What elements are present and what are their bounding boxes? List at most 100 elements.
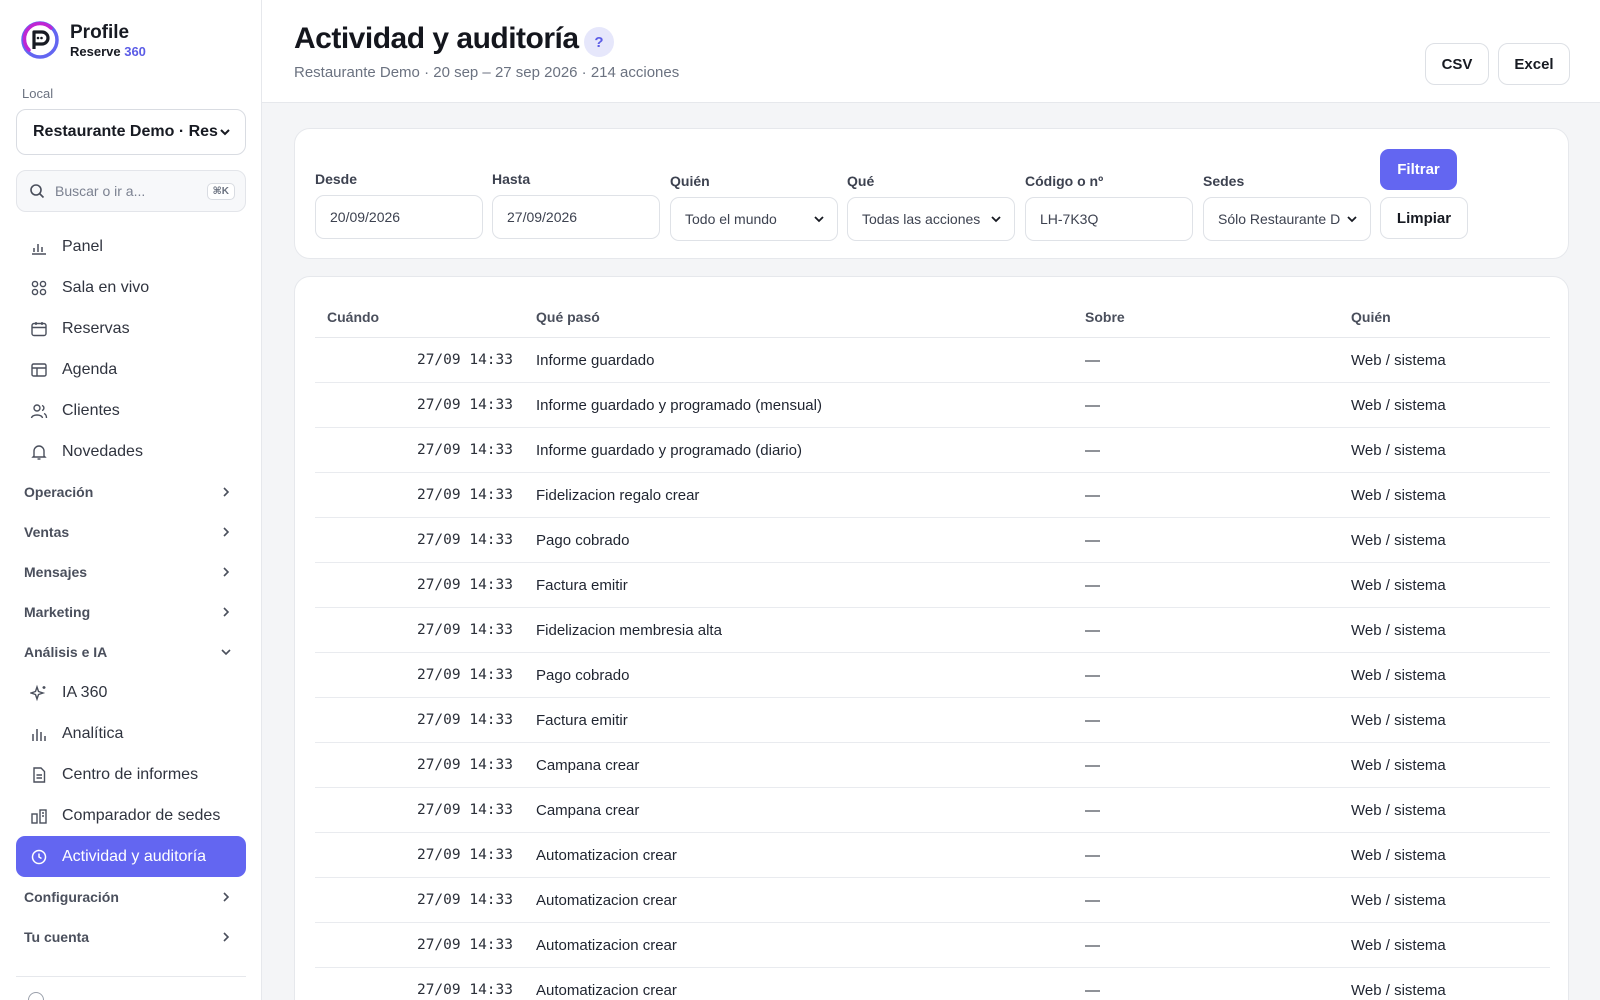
cell-who: Web / sistema [1351,396,1446,414]
table-row[interactable]: 27/09 14:33 Pago cobrado — Web / sistema [315,518,1550,563]
sidebar-item-label: IA 360 [62,683,108,701]
cell-about: — [1085,351,1100,369]
sidebar-item-ia-360[interactable]: IA 360 [16,672,246,713]
activity-table: Cuándo Qué pasó Sobre Quién 27/09 14:33 I… [294,276,1569,1000]
cell-about: — [1085,846,1100,864]
search-input[interactable]: Buscar o ir a... ⌘K [16,170,246,212]
table-row[interactable]: 27/09 14:33 Campana crear — Web / sistema [315,743,1550,788]
limpiar-button[interactable]: Limpiar [1380,197,1468,239]
sidebar-item-analitica[interactable]: Analítica [16,713,246,754]
sidebar-item-actividad-auditoria[interactable]: Actividad y auditoría [16,836,246,877]
cell-about: — [1085,756,1100,774]
chevron-right-icon [223,567,230,577]
cell-what: Automatizacion crear [536,981,677,999]
cell-what: Campana crear [536,756,640,774]
sidebar-item-reservas[interactable]: Reservas [16,308,246,349]
cell-about: — [1085,531,1100,549]
codigo-input[interactable]: LH-7K3Q [1025,197,1193,241]
nav-group-configuracion[interactable]: Configuración [16,877,246,917]
cell-what: Campana crear [536,801,640,819]
table-row[interactable]: 27/09 14:33 Informe guardado — Web / sistem… [315,338,1550,383]
table-row[interactable]: 27/09 14:33 Fidelizacion regalo crear — Web… [315,473,1550,518]
cell-about: — [1085,891,1100,909]
sidebar-item-clientes[interactable]: Clientes [16,390,246,431]
cell-who: Web / sistema [1351,531,1446,549]
nav-group-marketing[interactable]: Marketing [16,592,246,632]
sedes-select[interactable]: Sólo Restaurante D [1203,197,1371,241]
sidebar-item-comparador-de-sedes[interactable]: Comparador de sedes [16,795,246,836]
cell-when: 27/09 14:33 [416,757,513,773]
que-label: Qué [847,173,875,189]
sidebar-item-panel[interactable]: Panel [16,226,246,267]
hasta-date-input[interactable]: 27/09/2026 [492,195,660,239]
export-excel-button[interactable]: Excel [1498,43,1570,85]
brand-name: Profile [70,21,130,43]
nav-group-mensajes[interactable]: Mensajes [16,552,246,592]
cell-about: — [1085,486,1100,504]
filtrar-button[interactable]: Filtrar [1380,149,1457,190]
table-row[interactable]: 27/09 14:33 Fidelizacion membresia alta — W… [315,608,1550,653]
column-header-who[interactable]: Quién [1351,297,1391,337]
table-row[interactable]: 27/09 14:33 Automatizacion crear — Web / si… [315,833,1550,878]
cell-when: 27/09 14:33 [416,802,513,818]
sidebar-item-label: Comparador de sedes [62,806,221,824]
cell-who: Web / sistema [1351,711,1446,729]
column-header-about[interactable]: Sobre [1085,297,1125,337]
table-row[interactable]: 27/09 14:33 Campana crear — Web / sistema [315,788,1550,833]
export-csv-button[interactable]: CSV [1425,43,1489,85]
cell-about: — [1085,711,1100,729]
cell-what: Factura emitir [536,711,628,729]
table-header: Cuándo Qué pasó Sobre Quién [315,297,1550,338]
cell-about: — [1085,666,1100,684]
help-icon[interactable]: ? [584,27,614,57]
cell-when: 27/09 14:33 [416,577,513,593]
analytics-icon [32,728,46,741]
chevron-right-icon [223,892,230,902]
nav-group-operacion[interactable]: Operación [16,472,246,512]
desde-date-input[interactable]: 20/09/2026 [315,195,483,239]
table-row[interactable]: 27/09 14:33 Automatizacion crear — Web / si… [315,968,1550,1000]
bar-chart-icon [32,243,46,255]
page-subtitle: Restaurante Demo · 20 sep – 27 sep 2026 … [294,64,680,81]
cell-about: — [1085,801,1100,819]
cell-when: 27/09 14:33 [416,622,513,638]
que-select[interactable]: Todas las acciones [847,197,1015,241]
sidebar-item-agenda[interactable]: Agenda [16,349,246,390]
cell-what: Fidelizacion regalo crear [536,486,700,504]
cell-who: Web / sistema [1351,666,1446,684]
sidebar-item-novedades[interactable]: Novedades [16,431,246,472]
cell-when: 27/09 14:33 [416,847,513,863]
column-header-when[interactable]: Cuándo [327,297,379,337]
local-select[interactable]: Restaurante Demo · Res [16,109,246,155]
sidebar-item-label: Actividad y auditoría [62,847,207,865]
quien-select[interactable]: Todo el mundo [670,197,838,241]
brand-sub: Reserve 360 [70,43,146,59]
cell-who: Web / sistema [1351,846,1446,864]
table-row[interactable]: 27/09 14:33 Informe guardado y programado… [315,383,1550,428]
nav-group-analisis-ia[interactable]: Análisis e IA [16,632,246,672]
table-row[interactable]: 27/09 14:33 Automatizacion crear — Web / si… [315,878,1550,923]
table-row[interactable]: 27/09 14:33 Informe guardado y programado… [315,428,1550,473]
page-header: Actividad y auditoría ? Restaurante Demo… [262,0,1600,103]
table-row[interactable]: 27/09 14:33 Factura emitir — Web / sistema [315,698,1550,743]
cell-who: Web / sistema [1351,801,1446,819]
sidebar-item-label: Centro de informes [62,765,199,783]
cell-what: Automatizacion crear [536,936,677,954]
table-row[interactable]: 27/09 14:33 Factura emitir — Web / sistema [315,563,1550,608]
cell-when: 27/09 14:33 [416,487,513,503]
cell-who: Web / sistema [1351,576,1446,594]
table-row[interactable]: 27/09 14:33 Pago cobrado — Web / sistema [315,653,1550,698]
nav-group-ventas[interactable]: Ventas [16,512,246,552]
brand[interactable]: Profile Reserve 360 [20,20,146,60]
sidebar-item-label: Analítica [62,724,124,742]
column-header-what[interactable]: Qué pasó [536,297,600,337]
user-avatar-icon[interactable] [28,992,44,1000]
sidebar-item-centro-de-informes[interactable]: Centro de informes [16,754,246,795]
nav-group-tu-cuenta[interactable]: Tu cuenta [16,917,246,957]
search-placeholder: Buscar o ir a... [55,183,146,199]
cell-about: — [1085,396,1100,414]
codigo-label: Código o nº [1025,173,1104,189]
sidebar-item-sala-en-vivo[interactable]: Sala en vivo [16,267,246,308]
table-row[interactable]: 27/09 14:33 Automatizacion crear — Web / si… [315,923,1550,968]
cell-what: Fidelizacion membresia alta [536,621,722,639]
